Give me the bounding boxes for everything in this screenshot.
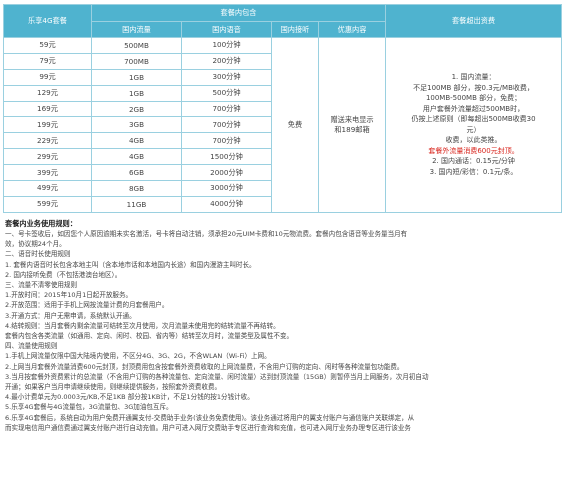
plan-voice-cell: 2000分钟 [181,164,272,182]
rule-line: 四、流量使用规则 [5,342,58,351]
incoming-cell: 免费 [271,37,319,213]
plan-voice-cell: 500分钟 [181,84,272,102]
plan-price-cell: 599元 [3,195,92,213]
overage-line: 收费，以此类推。 [445,136,502,145]
page: 乐享4G套餐 套餐内包含 套餐超出资费 国内流量 国内语音 国内接听 优惠内容 … [0,0,564,500]
rule-line: 3.开通方式：用户无需申请，系统默认开通。 [5,311,136,320]
plan-table: 乐享4G套餐 套餐内包含 套餐超出资费 国内流量 国内语音 国内接听 优惠内容 … [3,4,563,213]
rule-line: 2. 国内接听免费（不包括港澳台地区）。 [5,270,122,279]
plan-voice-cell: 1500分钟 [181,148,272,166]
plan-data-cell: 4GB [91,148,182,166]
rule-line: 6.乐享4G套餐后，系统自动为用户免费开通翼支付-交费助手业务(该业务免费使用)… [5,413,415,422]
benefits-line: 和189邮箱 [334,124,370,134]
table-row: 59元 500MB 100分钟 免费 赠送来电显示 和189邮箱 1. 国内流量： 不足100… [3,37,563,213]
rule-line: 1. 套餐内语音时长包含本地主叫（含本地市话和本地国内长途）和国内漫游主叫时长。 [5,260,256,269]
header-included: 套餐内包含 [90,4,387,22]
plan-voice-cell: 700分钟 [181,132,272,150]
benefits-line: 赠送来电显示 [330,114,374,124]
plan-voice-cell: 4000分钟 [181,195,272,213]
rule-line: 套餐内包含各类流量（如通用、定向、闲时、校园、省内等）结转至次月时，流量类型及属… [5,332,294,341]
overage-line: 2. 国内通话：0.15元/分钟 [432,157,515,166]
plan-data-cell: 6GB [91,164,182,182]
plan-price-cell: 499元 [3,180,92,197]
rule-line: 而实现电信用户通信费通过翼支付账户进行自动充值。用户可进入网厅交费助手专区进行查… [5,423,411,432]
overage-line: 用户套餐外流量超过500MB时， [422,104,525,113]
rule-line: 1.开放时间：2015年10月1日起开放服务。 [5,291,133,300]
benefits-cell: 赠送来电显示 和189邮箱 [317,37,387,213]
overage-line: 1. 国内流量： [451,73,496,82]
usage-rules: 套餐内业务使用规则： 一、号卡签收后，如因您个人原因逾期未实名激活，号卡将自动注… [3,219,561,433]
header-incoming: 国内接听 [271,21,319,38]
plan-data-cell: 3GB [91,116,182,134]
plan-data-cell: 500MB [91,37,182,54]
header-overage: 套餐超出资费 [385,4,563,38]
plan-voice-cell: 3000分钟 [181,180,272,197]
plan-price-cell: 99元 [3,68,92,86]
header-benefits: 优惠内容 [317,21,387,38]
plan-voice-cell: 300分钟 [181,68,272,86]
plan-price-cell: 129元 [3,84,92,102]
overage-line: 元） [466,125,481,134]
rule-line: 三、流量不清零使用规则 [5,281,78,290]
rule-line: 1.手机上网流量仅限中国大陆境内使用，不区分4G、3G、2G，不含WLAN（Wi… [5,352,271,361]
rule-line: 5.乐享4G套餐与4G流量包，3G流量包、3G加油包互斥。 [5,403,173,412]
plan-voice-cell: 200分钟 [181,52,272,70]
plan-data-cell: 1GB [91,84,182,102]
plan-price-cell: 79元 [3,52,92,70]
rule-line: 效，协议期24个月。 [5,240,66,249]
rules-list: 一、号卡签收后，如因您个人原因逾期未实名激活，号卡将自动注销，须承担20元UIM… [5,229,559,433]
plan-price-cell: 229元 [3,132,92,150]
rule-line: 2.开放范围：适用于手机上网按流量计费的月套餐用户。 [5,301,169,310]
overage-line: 仍按上述原则（即每超出500MB收费30 [411,115,536,124]
overage-cell: 1. 国内流量： 不足100MB 部分，按0.3元/MB收费， 100MB-500M… [385,37,563,213]
overage-line: 不足100MB 部分，按0.3元/MB收费， [413,83,534,92]
rule-line: 3.当月按套餐外资费累计的总流量（不含用户订购的各种流量包、定向流量、闲时流量）… [5,372,429,381]
plan-data-cell: 700MB [91,52,182,70]
header-domestic-voice: 国内语音 [181,21,272,38]
overage-line: 3. 国内短/彩信：0.1元/条。 [429,167,518,176]
plan-data-cell: 2GB [91,100,182,118]
plan-price-cell: 199元 [3,116,92,134]
rule-line: 4.最小计费单元为0.0003元/KB,不足1KB 部分按1KB计，不足1分钱的… [5,393,254,402]
plan-voice-cell: 100分钟 [181,37,272,54]
rule-line: 开通；如果客户当月申请继续使用，则继续提供服务，按照套外资费收费。 [5,383,222,392]
rule-line: 一、号卡签收后，如因您个人原因逾期未实名激活，号卡将自动注销，须承担20元UIM… [5,230,408,238]
plan-price-cell: 169元 [3,100,92,118]
overage-line: 100MB-500MB 部分，免费； [425,94,522,103]
plan-data-cell: 11GB [91,195,182,213]
plan-price-cell: 59元 [3,37,92,54]
header-domestic-data: 国内流量 [91,21,182,38]
rules-title: 套餐内业务使用规则： [5,218,77,228]
plan-data-cell: 8GB [91,180,182,197]
overage-cap-line: 套餐外流量消费600元封顶。 [428,146,519,155]
rule-line: 二、语音时长使用规则 [5,250,71,259]
rule-line: 4.结转规则：当月套餐内剩余流量可结转至次月使用，次月流量未使用完的结转流量不再… [5,321,280,330]
plan-voice-cell: 700分钟 [181,100,272,118]
rule-line: 2.上网当月套餐外流量消费600元封顶，封顶费用包含按套餐外资费收取的上网流量费… [5,362,404,371]
plan-voice-cell: 700分钟 [181,116,272,134]
plan-data-cell: 4GB [91,132,182,150]
plan-price-cell: 399元 [3,164,92,182]
plan-price-cell: 299元 [3,148,92,166]
plan-data-cell: 1GB [91,68,182,86]
header-plan: 乐享4G套餐 [3,4,92,38]
